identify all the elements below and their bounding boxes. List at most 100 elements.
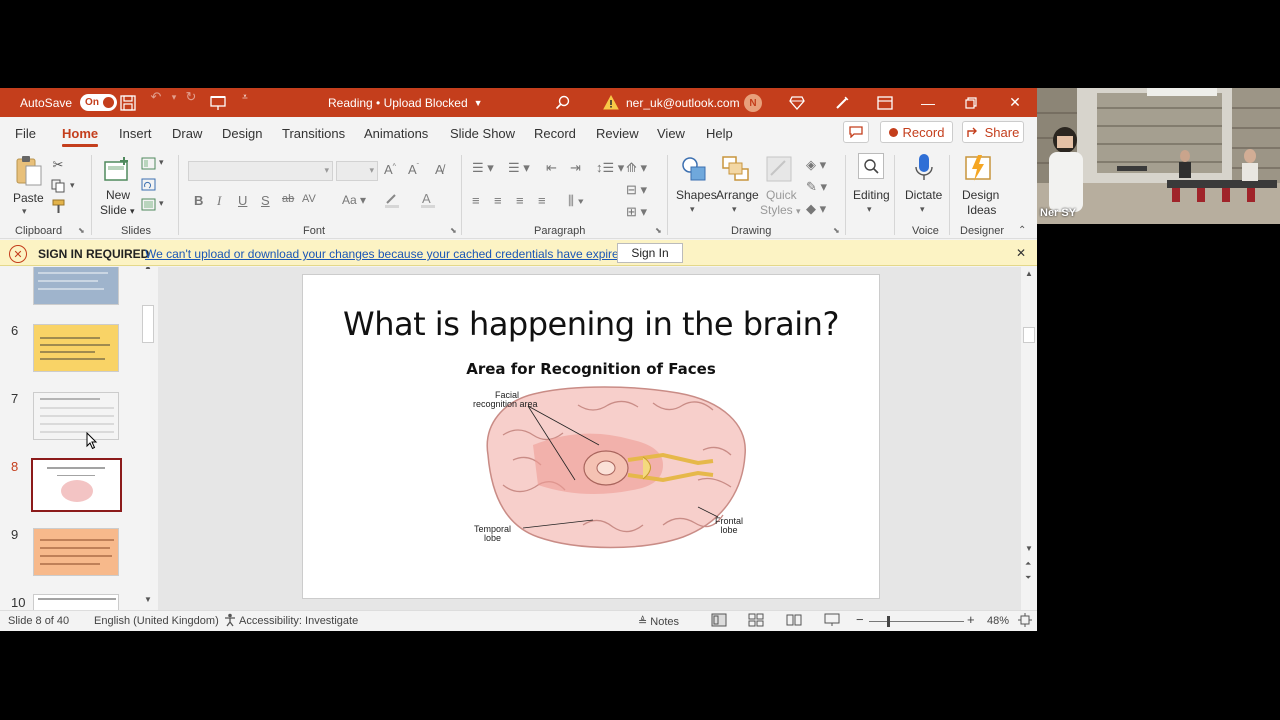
paste-dropdown-icon[interactable]: ▾ <box>22 206 27 217</box>
brain-diagram[interactable] <box>303 275 881 600</box>
tab-slide-show[interactable]: Slide Show <box>450 126 515 141</box>
scroll-up-icon[interactable]: ▲ <box>144 267 152 271</box>
tab-transitions[interactable]: Transitions <box>282 126 345 141</box>
scrollbar-thumb[interactable] <box>142 305 154 343</box>
section-dropdown-icon[interactable]: ▾ <box>159 198 164 209</box>
paste-icon[interactable] <box>14 155 44 187</box>
restore-icon[interactable] <box>961 88 981 117</box>
shape-outline-icon[interactable]: ✎ ▾ <box>806 179 827 195</box>
save-icon[interactable] <box>120 88 136 117</box>
line-spacing-icon[interactable]: ↕☰ ▾ <box>596 160 624 176</box>
tab-insert[interactable]: Insert <box>119 126 152 141</box>
section-icon[interactable] <box>141 198 156 211</box>
align-text-icon[interactable]: ⊟ ▾ <box>626 182 647 198</box>
document-title[interactable]: Reading • Upload Blocked ▼ <box>328 88 483 117</box>
increase-font-size-icon[interactable]: A^ <box>384 162 396 177</box>
dictate-dropdown-icon[interactable]: ▾ <box>920 204 925 215</box>
zoom-in-icon[interactable]: + <box>967 612 975 627</box>
slide-show-icon[interactable] <box>824 613 840 630</box>
normal-view-icon[interactable] <box>711 613 727 630</box>
font-family-dropdown[interactable]: ▾ <box>188 161 333 181</box>
strikethrough-icon[interactable]: ab <box>282 193 294 205</box>
tab-record[interactable]: Record <box>534 126 576 141</box>
video-tile[interactable]: Ner SY <box>1037 88 1280 224</box>
layout-dropdown-icon[interactable]: ▾ <box>159 157 164 168</box>
italic-icon[interactable]: I <box>217 193 221 209</box>
record-button[interactable]: Record <box>880 121 953 143</box>
align-right-icon[interactable]: ≡ <box>516 193 524 208</box>
decrease-indent-icon[interactable]: ⇤ <box>546 160 557 176</box>
paste-label[interactable]: Paste <box>13 191 44 205</box>
tab-file[interactable]: File <box>15 126 36 141</box>
shadow-icon[interactable]: S <box>261 193 270 208</box>
new-slide-icon[interactable] <box>104 155 132 183</box>
language-indicator[interactable]: English (United Kingdom) <box>94 615 219 627</box>
tab-help[interactable]: Help <box>706 126 733 141</box>
zoom-out-icon[interactable]: − <box>856 612 864 627</box>
numbering-icon[interactable]: ☰ ▾ <box>508 160 530 176</box>
copy-icon[interactable] <box>50 179 66 193</box>
tab-view[interactable]: View <box>657 126 685 141</box>
thumbnail-10[interactable] <box>33 594 119 610</box>
sign-in-button[interactable]: Sign In <box>617 243 683 263</box>
clear-formatting-icon[interactable]: A̸ <box>435 162 444 177</box>
scroll-down-icon[interactable]: ▼ <box>144 595 152 604</box>
new-slide-label-1[interactable]: New <box>106 188 130 202</box>
tab-home[interactable]: Home <box>62 126 99 147</box>
new-slide-label-2[interactable]: Slide ▾ <box>100 203 135 217</box>
current-slide[interactable]: What is happening in the brain? Area for… <box>302 274 880 599</box>
share-button[interactable]: Share <box>962 121 1024 143</box>
tab-design[interactable]: Design <box>222 126 262 141</box>
redo-icon[interactable]: ↻ <box>182 88 200 106</box>
warning-icon[interactable] <box>603 88 619 117</box>
accessibility-status[interactable]: Accessibility: Investigate <box>239 615 358 627</box>
zoom-level[interactable]: 48% <box>987 615 1009 627</box>
shape-fill-icon[interactable]: ◈ ▾ <box>806 157 826 173</box>
zoom-slider-handle[interactable] <box>887 616 890 627</box>
font-launcher-icon[interactable]: ⬊ <box>450 226 457 235</box>
quick-styles-icon[interactable] <box>765 155 793 183</box>
scroll-up-icon[interactable]: ▲ <box>1025 269 1033 278</box>
tab-draw[interactable]: Draw <box>172 126 202 141</box>
font-color-icon[interactable]: A <box>420 191 444 211</box>
thumbnail-6[interactable] <box>33 324 119 372</box>
font-size-dropdown[interactable]: ▾ <box>336 161 378 181</box>
user-email[interactable]: ner_uk@outlook.com <box>626 88 740 117</box>
highlight-icon[interactable] <box>384 192 408 211</box>
character-spacing-icon[interactable]: AV <box>302 193 316 205</box>
reset-icon[interactable] <box>141 178 156 191</box>
arrange-icon[interactable] <box>721 155 751 183</box>
thumbnails-scrollbar[interactable]: ▲ ▼ <box>140 267 156 610</box>
thumbnail-7[interactable] <box>33 392 119 440</box>
pen-icon[interactable] <box>834 88 850 117</box>
accessibility-icon[interactable] <box>223 613 237 630</box>
undo-icon[interactable]: ↶ <box>147 88 165 106</box>
zoom-slider[interactable] <box>869 621 964 622</box>
format-painter-icon[interactable] <box>50 199 66 214</box>
design-ideas-label-2[interactable]: Ideas <box>967 203 996 217</box>
fit-to-window-icon[interactable] <box>1018 613 1032 630</box>
design-ideas-label-1[interactable]: Design <box>962 188 999 202</box>
clipboard-launcher-icon[interactable]: ⬊ <box>78 226 85 235</box>
dictate-label[interactable]: Dictate <box>905 188 942 202</box>
thumbnail-5[interactable] <box>33 267 119 305</box>
collapse-ribbon-icon[interactable]: ⌃ <box>1018 225 1026 236</box>
undo-dropdown-icon[interactable]: ▾ <box>165 88 183 106</box>
scrollbar-thumb[interactable] <box>1023 327 1035 343</box>
thumbnail-9[interactable] <box>33 528 119 576</box>
customize-qat-icon[interactable]: ⩡ <box>236 88 254 106</box>
slide-scrollbar[interactable]: ▲ ▼ ⏶ ⏷ <box>1021 267 1037 589</box>
shapes-dropdown-icon[interactable]: ▾ <box>690 204 695 215</box>
text-direction-icon[interactable]: ⟰ ▾ <box>626 160 647 176</box>
layout-icon[interactable] <box>141 157 156 170</box>
paragraph-launcher-icon[interactable]: ⬊ <box>655 226 662 235</box>
close-icon[interactable]: ✕ <box>1005 88 1025 117</box>
scroll-down-icon[interactable]: ▼ <box>1025 544 1033 553</box>
cut-icon[interactable]: ✂ <box>50 157 66 173</box>
comments-button[interactable] <box>843 121 869 143</box>
bold-icon[interactable]: B <box>194 193 203 208</box>
increase-indent-icon[interactable]: ⇥ <box>570 160 581 176</box>
tab-review[interactable]: Review <box>596 126 639 141</box>
microphone-icon[interactable] <box>913 153 935 183</box>
align-center-icon[interactable]: ≡ <box>494 193 502 208</box>
